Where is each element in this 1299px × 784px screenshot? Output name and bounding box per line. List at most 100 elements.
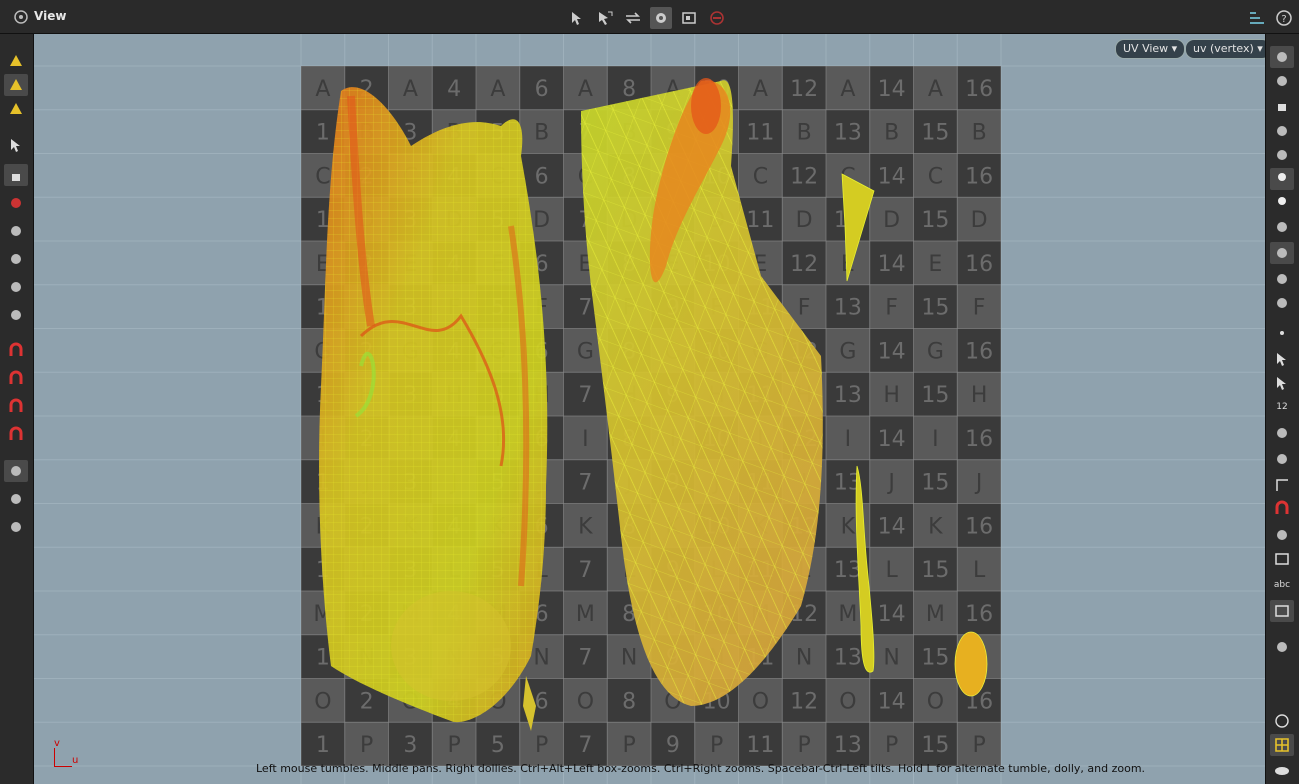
handle-red-icon (11, 198, 21, 208)
paint-icon (1277, 298, 1287, 308)
transform-tool-button[interactable] (594, 7, 616, 29)
pin-button[interactable] (1270, 636, 1294, 658)
skull-icon (1277, 222, 1287, 232)
snap-curve-button[interactable] (4, 368, 28, 390)
pen-button[interactable] (1270, 348, 1294, 370)
cross-icon (1277, 126, 1287, 136)
picture-button[interactable] (1270, 600, 1294, 622)
uv-island-wedge[interactable] (841, 173, 875, 282)
viewer-right-controls: ? (1245, 7, 1295, 29)
sphere-button[interactable] (1270, 144, 1294, 166)
uv-island-oval[interactable] (954, 631, 988, 697)
info-button[interactable] (1270, 710, 1294, 732)
brush-icon (1277, 274, 1287, 284)
magnet-button[interactable] (4, 424, 28, 446)
bulb-button[interactable] (1270, 192, 1294, 214)
skull-button[interactable] (1270, 216, 1294, 238)
shading-button[interactable] (1270, 70, 1294, 92)
lock-camera-button[interactable] (4, 164, 28, 186)
dot-icon (1280, 331, 1284, 335)
snapshot-button[interactable] (678, 7, 700, 29)
select-geometry-button[interactable] (4, 50, 28, 72)
pipette-button[interactable] (1270, 372, 1294, 394)
box-icon (1275, 553, 1289, 565)
viewer-toolbar: View ? (0, 0, 1299, 34)
uv-island-middle[interactable] (581, 78, 823, 706)
uv-viewport[interactable]: A2A4A6A8A10A12A14A161B3B5B7B9B11B13B15BC… (34, 34, 1265, 784)
box-button[interactable] (1270, 548, 1294, 570)
uv-island-strip[interactable] (855, 465, 875, 673)
handle-arrows-icon (626, 12, 640, 24)
stamp-button[interactable] (1270, 448, 1294, 470)
cross-button[interactable] (1270, 120, 1294, 142)
stamp-icon (1277, 454, 1287, 464)
grid-icon (1275, 738, 1289, 752)
anchor-icon (1277, 530, 1287, 540)
camera-button[interactable] (1270, 46, 1294, 68)
flag-icon (1277, 428, 1287, 438)
help-button[interactable]: ? (1273, 7, 1295, 29)
snap-grid-button[interactable] (4, 340, 28, 362)
flag-button[interactable] (1270, 422, 1294, 444)
sphere-icon (1277, 150, 1287, 160)
uv-view-dropdown[interactable]: UV View ▾ (1115, 39, 1186, 59)
lock-button[interactable] (1270, 94, 1294, 116)
snap-button[interactable] (1270, 498, 1294, 520)
uv-display-button[interactable] (650, 7, 672, 29)
svg-text:?: ? (1281, 14, 1286, 25)
handle-red-button[interactable] (4, 192, 28, 214)
snap-grid-icon (9, 342, 23, 356)
axis-u-label: u (72, 755, 79, 766)
anchor-button[interactable] (1270, 524, 1294, 546)
stop-icon (710, 11, 724, 25)
ghost-button[interactable] (1270, 242, 1294, 264)
viewer-title: View (34, 9, 67, 23)
stop-button[interactable] (706, 7, 728, 29)
uv-island-small-bottom[interactable] (523, 676, 536, 731)
brush-button[interactable] (1270, 268, 1294, 290)
display-options-button[interactable] (1245, 7, 1267, 29)
abc-button[interactable]: abc (1270, 574, 1294, 596)
handle-pin-icon (11, 254, 21, 264)
view-menu-icon[interactable] (12, 8, 30, 26)
corner-button[interactable] (1270, 474, 1294, 496)
number-label: 12 (1276, 402, 1288, 412)
handle-sphere-icon (11, 226, 21, 236)
handle-sphere-button[interactable] (4, 220, 28, 242)
transform-arrow-icon (599, 11, 613, 25)
picture-icon (1275, 605, 1289, 617)
snap-icon (1275, 500, 1289, 514)
magnet-icon (9, 426, 23, 440)
uv-island-left[interactable] (319, 87, 548, 723)
display-circle-icon (11, 494, 21, 504)
snap-curve-icon (9, 370, 23, 384)
snapshot-icon (682, 12, 696, 24)
uv-flatten-button[interactable] (4, 460, 28, 482)
select-tool-button[interactable] (566, 7, 588, 29)
abc-label: abc (1273, 580, 1291, 590)
stack-button[interactable] (4, 516, 28, 538)
light-button[interactable] (1270, 168, 1294, 190)
snap-point-button[interactable] (4, 396, 28, 418)
grid-button[interactable] (1270, 734, 1294, 756)
uv-attribute-dropdown[interactable]: uv (vertex) ▾ (1185, 39, 1265, 59)
display-circle-button[interactable] (4, 488, 28, 510)
tumble-icon (11, 282, 21, 292)
uv-attribute-label: uv (vertex) (1193, 42, 1254, 55)
dot-button[interactable] (1270, 322, 1294, 344)
uv-islands[interactable] (301, 66, 1001, 766)
select-edges-icon (10, 79, 22, 90)
transform-handle-button[interactable] (4, 304, 28, 326)
stack-icon (11, 522, 21, 532)
tumble-button[interactable] (4, 276, 28, 298)
select-faces-button[interactable] (4, 98, 28, 120)
select-edges-button[interactable] (4, 74, 28, 96)
number-button[interactable]: 12 (1270, 396, 1294, 418)
handle-pin-button[interactable] (4, 248, 28, 270)
handle-tool-button[interactable] (622, 7, 644, 29)
light-icon (1278, 173, 1286, 181)
select-faces-icon (10, 103, 22, 114)
paint-button[interactable] (1270, 292, 1294, 314)
select-pointer-button[interactable] (4, 134, 28, 156)
eye-button[interactable] (1270, 760, 1294, 782)
